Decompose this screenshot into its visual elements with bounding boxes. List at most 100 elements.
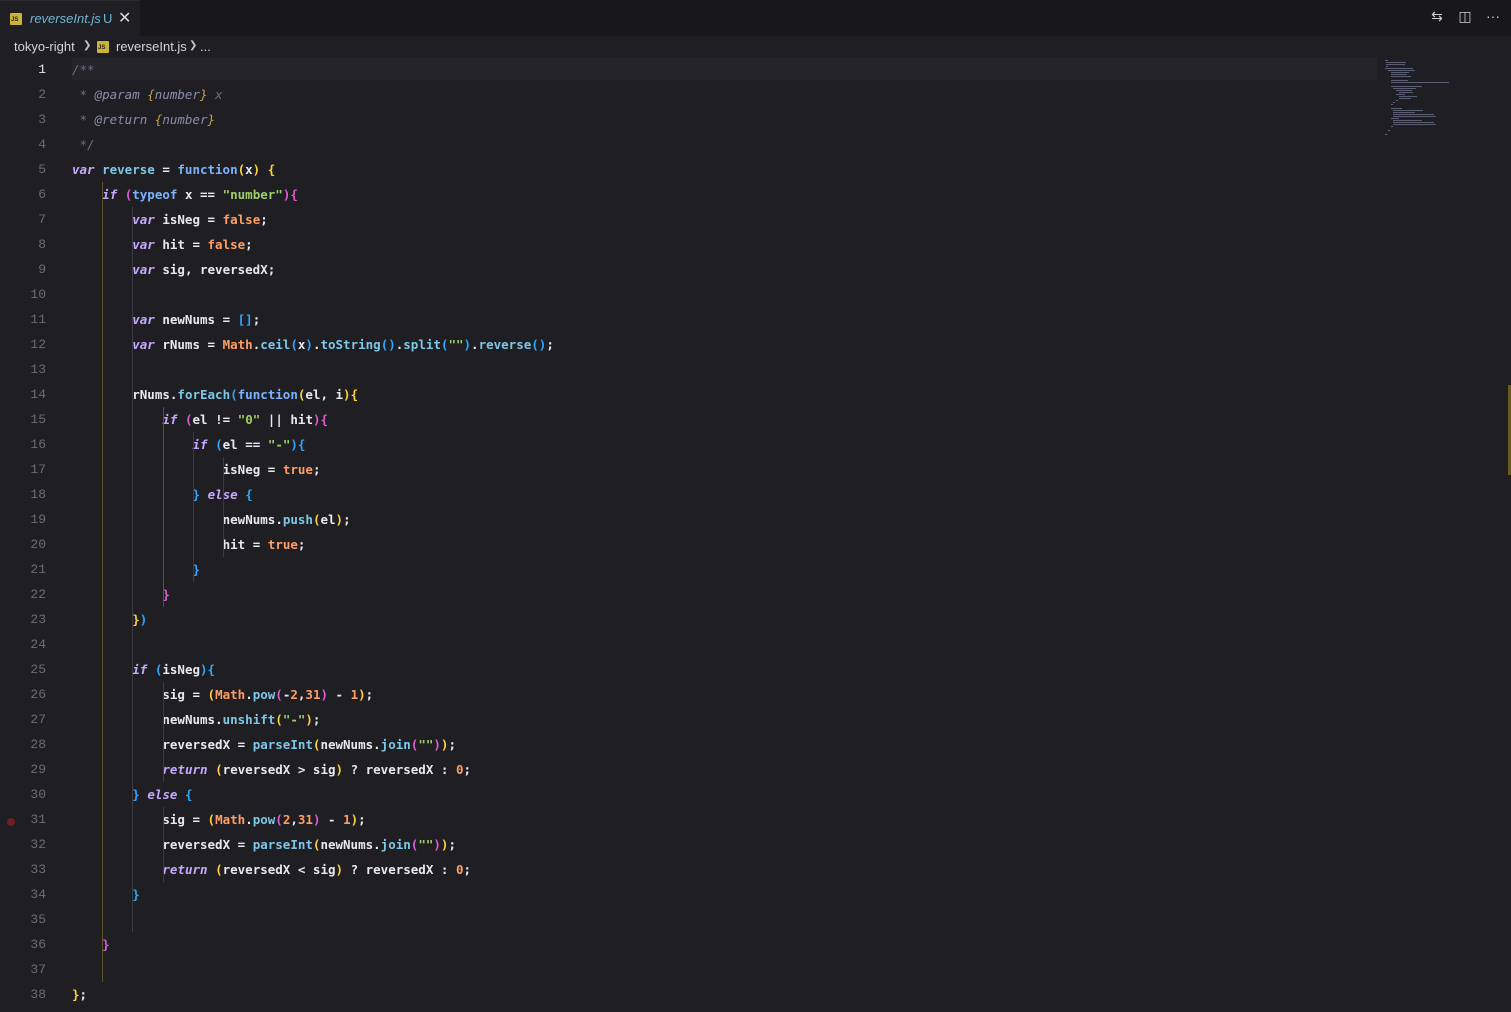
code-line[interactable]: 10 (0, 282, 1400, 307)
line-number: 38 (30, 986, 46, 1002)
code-line[interactable]: 2 * @param {number} x (0, 82, 1400, 107)
code-editor[interactable]: 1/** 2 * @param {number} x3 * @return {nu… (0, 58, 1511, 1012)
indent-guide (162, 681, 164, 782)
code-line[interactable]: 19 newNums.push(el); (0, 507, 1400, 532)
compare-changes-icon[interactable]: ⇆ (1429, 8, 1445, 24)
code-line[interactable]: 29 return (reversedX > sig) ? reversedX … (0, 757, 1400, 782)
code-text: if (el == "-"){ (192, 436, 306, 452)
code-line[interactable]: 32 reversedX = parseInt(newNums.join("")… (0, 832, 1400, 857)
code-text: newNums.unshift("-"); (162, 711, 321, 727)
code-text: * @return {number} (72, 111, 216, 127)
line-number: 8 (38, 236, 46, 252)
code-text: } (102, 936, 110, 952)
minimap[interactable] (1382, 58, 1452, 138)
code-line[interactable]: 1 /** (0, 57, 1400, 82)
code-line[interactable]: 8 var hit = false; (0, 232, 1400, 257)
line-number: 14 (30, 386, 46, 402)
code-line[interactable]: 11 var newNums = []; (0, 307, 1400, 332)
line-number: 5 (38, 161, 46, 177)
code-line[interactable]: 7 var isNeg = false; (0, 207, 1400, 232)
code-line[interactable]: 34 } (0, 882, 1400, 907)
editor-tab[interactable]: JS reverseInt.js U ✕ (0, 0, 140, 37)
line-number: 29 (30, 761, 46, 777)
minimap-line (1385, 134, 1388, 135)
breadcrumb-symbols[interactable]: ... (200, 39, 211, 54)
chevron-right-icon: ❯ (83, 40, 92, 51)
javascript-file-icon: JS (97, 41, 109, 53)
code-text: if (isNeg){ (132, 661, 216, 677)
breakpoint-icon[interactable] (7, 818, 15, 826)
minimap-line (1385, 64, 1405, 65)
code-line[interactable]: 33 return (reversedX < sig) ? reversedX … (0, 857, 1400, 882)
code-line[interactable]: 24 (0, 632, 1400, 657)
code-line[interactable]: 3 * @return {number} (0, 107, 1400, 132)
code-line[interactable]: 37 (0, 957, 1400, 982)
code-line[interactable]: 6 if (typeof x == "number"){ (0, 182, 1400, 207)
editor-actions: ⇆ ◫ ··· (1429, 8, 1501, 24)
minimap-line (1390, 86, 1423, 87)
code-text: reversedX = parseInt(newNums.join("")); (162, 836, 456, 852)
code-line[interactable]: 28 reversedX = parseInt(newNums.join("")… (0, 732, 1400, 757)
code-line[interactable]: 30 } else { (0, 782, 1400, 807)
code-text: } (132, 886, 140, 902)
code-line[interactable]: 9 var sig, reversedX; (0, 257, 1400, 282)
code-text: */ (72, 136, 95, 152)
code-line[interactable]: 21 } (0, 557, 1400, 582)
code-text: var rNums = Math.ceil(x).toString().spli… (132, 336, 554, 352)
code-line[interactable]: 35 (0, 907, 1400, 932)
minimap-line (1390, 82, 1450, 83)
breadcrumb-file[interactable]: reverseInt.js (116, 39, 187, 54)
code-text: isNeg = true; (222, 461, 321, 477)
code-line[interactable]: 22 } (0, 582, 1400, 607)
code-line[interactable]: 25 if (isNeg){ (0, 657, 1400, 682)
line-number: 10 (30, 286, 46, 302)
breadcrumb-folder[interactable]: tokyo-right (14, 39, 75, 54)
code-text: * @param {number} x (72, 86, 223, 102)
minimap-line (1393, 114, 1435, 115)
code-line[interactable]: 14 rNums.forEach(function(el, i){ (0, 382, 1400, 407)
code-line[interactable]: 38}; (0, 982, 1400, 1007)
code-text: reversedX = parseInt(newNums.join("")); (162, 736, 456, 752)
code-text: if (typeof x == "number"){ (102, 186, 298, 202)
line-number: 25 (30, 661, 46, 677)
more-actions-icon[interactable]: ··· (1485, 8, 1501, 24)
line-number: 12 (30, 336, 46, 352)
code-line[interactable]: 20 hit = true; (0, 532, 1400, 557)
code-line[interactable]: 17 isNeg = true; (0, 457, 1400, 482)
line-number: 7 (38, 211, 46, 227)
code-line[interactable]: 36 } (0, 932, 1400, 957)
minimap-line (1393, 122, 1435, 123)
tab-untracked-status: U (103, 11, 113, 26)
close-icon[interactable]: ✕ (118, 8, 131, 28)
code-line[interactable]: 13 (0, 357, 1400, 382)
minimap-line (1393, 102, 1396, 103)
minimap-line (1390, 104, 1393, 105)
line-number: 1 (38, 61, 46, 77)
code-line[interactable]: 4 */ (0, 132, 1400, 157)
line-number: 20 (30, 536, 46, 552)
code-line[interactable]: 15 if (el != "0" || hit){ (0, 407, 1400, 432)
code-line[interactable]: 16 if (el == "-"){ (0, 432, 1400, 457)
code-text: if (el != "0" || hit){ (162, 411, 329, 427)
indent-guide (162, 806, 164, 882)
minimap-line (1393, 120, 1422, 121)
code-line[interactable]: 23 }) (0, 607, 1400, 632)
code-line[interactable]: 5 var reverse = function(x) { (0, 157, 1400, 182)
code-line[interactable]: 26 sig = (Math.pow(-2,31) - 1); (0, 682, 1400, 707)
minimap-line (1393, 116, 1437, 117)
code-line[interactable]: 12 var rNums = Math.ceil(x).toString().s… (0, 332, 1400, 357)
minimap-line (1385, 62, 1406, 63)
split-editor-icon[interactable]: ◫ (1457, 8, 1473, 24)
code-line[interactable]: 18 } else { (0, 482, 1400, 507)
minimap-line (1399, 96, 1417, 97)
minimap-line (1396, 94, 1405, 95)
line-number: 6 (38, 186, 46, 202)
line-number: 33 (30, 861, 46, 877)
line-number: 4 (38, 136, 46, 152)
line-number: 11 (30, 311, 46, 327)
code-text: sig = (Math.pow(2,31) - 1); (162, 811, 366, 827)
line-number: 21 (30, 561, 46, 577)
code-line[interactable]: 27 newNums.unshift("-"); (0, 707, 1400, 732)
code-line[interactable]: 31 sig = (Math.pow(2,31) - 1); (0, 807, 1400, 832)
vertical-scrollbar[interactable] (1496, 58, 1510, 1012)
